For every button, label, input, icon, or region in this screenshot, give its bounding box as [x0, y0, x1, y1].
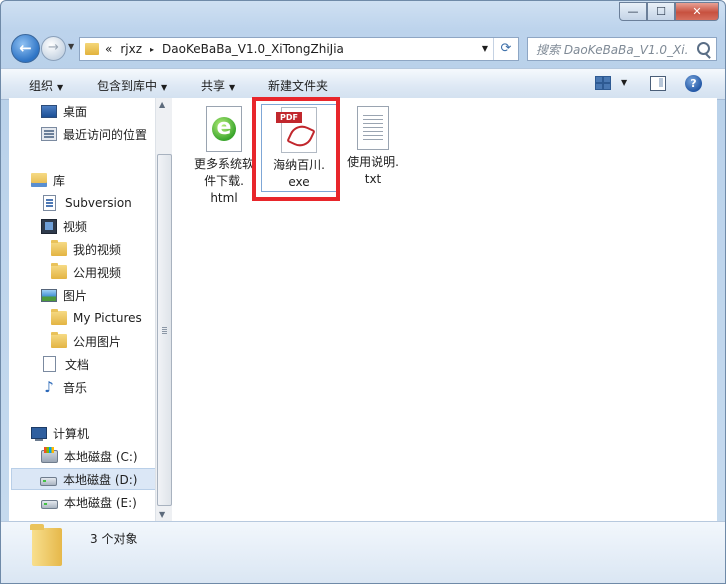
chevron-down-icon: ▼ — [57, 83, 64, 92]
nav-label: 公用视频 — [73, 265, 122, 280]
highlight-annotation-box — [252, 97, 340, 201]
recent-pages-dropdown[interactable]: ▼ — [68, 42, 74, 51]
nav-item-my-videos[interactable]: 我的视频 — [51, 239, 155, 259]
nav-label: 视频 — [63, 219, 88, 234]
nav-label: My Pictures — [73, 311, 142, 325]
folder-icon — [51, 263, 67, 279]
forward-button[interactable]: → — [41, 36, 66, 61]
breadcrumb-rjxz[interactable]: rjxz — [120, 42, 142, 56]
include-in-library-menu[interactable]: 包含到库中 ▼ — [97, 77, 167, 94]
drive-icon — [41, 499, 58, 509]
nav-item-documents[interactable]: 文档 — [41, 354, 155, 374]
file-item-txt[interactable]: 使用说明. txt — [336, 106, 410, 188]
nav-label: 桌面 — [63, 104, 88, 119]
nav-item-public-pictures[interactable]: 公用图片 — [51, 331, 155, 351]
address-bar[interactable]: « rjxz ▸ DaoKeBaBa_V1.0_XiTongZhiJia ▼ ⟳ — [79, 37, 519, 61]
file-item-html[interactable]: 更多系统软件下载.html — [187, 106, 261, 207]
nav-label: 文档 — [65, 357, 90, 372]
chevron-right-icon[interactable]: ▸ — [150, 45, 154, 54]
nav-label: 音乐 — [63, 380, 88, 395]
txt-file-icon — [357, 106, 389, 150]
nav-label: 本地磁盘 (D:) — [63, 472, 138, 487]
html-file-icon — [206, 106, 242, 152]
navigation-pane: 桌面 最近访问的位置 库 Subversion 视频 我的视频 公用视频 图片 … — [9, 98, 155, 521]
nav-label: 图片 — [63, 288, 88, 303]
change-view-icon[interactable] — [595, 76, 611, 90]
nav-item-pictures[interactable]: 图片 — [41, 285, 155, 305]
folder-icon — [30, 524, 62, 566]
caption-buttons: — ☐ ✕ — [619, 2, 719, 21]
chevron-down-icon: ▼ — [229, 83, 236, 92]
nav-label: 最近访问的位置 — [63, 127, 148, 142]
nav-label: 本地磁盘 (C:) — [64, 449, 138, 464]
explorer-window: — ☐ ✕ ← → ▼ « rjxz ▸ DaoKeBaBa_V1.0_XiTo… — [0, 0, 726, 584]
recent-places-icon — [41, 127, 57, 141]
file-name: 更多系统软 件下载. html — [193, 157, 254, 205]
nav-label: 公用图片 — [73, 334, 122, 349]
item-count: 3 个对象 — [90, 532, 138, 546]
folder-icon — [51, 240, 67, 256]
nav-pane-scrollbar[interactable]: ▲ ▼ — [155, 98, 172, 521]
nav-item-my-pictures[interactable]: My Pictures — [51, 308, 155, 328]
nav-item-computer[interactable]: 计算机 — [31, 423, 155, 443]
nav-item-libraries[interactable]: 库 — [31, 170, 155, 190]
details-pane: 3 个对象 — [1, 521, 725, 583]
nav-item-drive-c[interactable]: 本地磁盘 (C:) — [41, 446, 155, 466]
refresh-icon[interactable]: ⟳ — [493, 38, 518, 60]
help-icon[interactable]: ? — [685, 75, 702, 92]
breadcrumb-current-folder[interactable]: DaoKeBaBa_V1.0_XiTongZhiJia — [162, 42, 344, 56]
pictures-icon — [41, 288, 57, 302]
subversion-icon — [43, 195, 56, 211]
preview-pane-icon[interactable] — [650, 76, 666, 91]
chevron-down-icon: ▼ — [161, 83, 168, 92]
command-bar: 组织 ▼ 包含到库中 ▼ 共享 ▼ 新建文件夹 ▼ ? — [1, 68, 725, 100]
close-button[interactable]: ✕ — [675, 2, 719, 21]
search-input[interactable]: 搜索 DaoKeBaBa_V1.0_Xi... — [536, 41, 688, 58]
share-menu[interactable]: 共享 ▼ — [201, 77, 235, 94]
nav-item-subversion[interactable]: Subversion — [41, 193, 155, 213]
nav-label: 我的视频 — [73, 242, 122, 257]
new-folder-button[interactable]: 新建文件夹 — [268, 77, 328, 94]
nav-label: 本地磁盘 (E:) — [64, 495, 137, 510]
include-library-label: 包含到库中 — [97, 79, 158, 93]
nav-item-drive-d[interactable]: 本地磁盘 (D:) — [11, 468, 155, 490]
nav-item-music[interactable]: ♪ 音乐 — [41, 377, 155, 397]
minimize-button[interactable]: — — [619, 2, 647, 21]
nav-label: 计算机 — [53, 426, 90, 441]
nav-item-recent-places[interactable]: 最近访问的位置 — [41, 124, 155, 144]
organize-menu[interactable]: 组织 ▼ — [29, 77, 63, 94]
scrollbar-thumb[interactable] — [157, 154, 172, 506]
search-box[interactable]: 搜索 DaoKeBaBa_V1.0_Xi... — [527, 37, 717, 61]
documents-icon — [43, 356, 56, 372]
scroll-down-icon[interactable]: ▼ — [159, 510, 165, 519]
back-button[interactable]: ← — [11, 34, 40, 63]
search-icon[interactable] — [697, 42, 710, 55]
nav-item-desktop[interactable]: 桌面 — [41, 101, 155, 121]
scroll-up-icon[interactable]: ▲ — [159, 100, 165, 109]
share-label: 共享 — [201, 79, 226, 93]
file-name: 使用说明. txt — [347, 155, 399, 186]
video-icon — [41, 218, 57, 234]
file-list-view: 更多系统软件下载.html PDF 海纳百川.exe 使用说明.txt — [172, 97, 717, 521]
nav-label: 库 — [53, 173, 66, 188]
address-overflow[interactable]: « — [105, 42, 112, 56]
nav-item-drive-e[interactable]: 本地磁盘 (E:) — [41, 492, 155, 512]
folder-icon — [51, 332, 67, 348]
maximize-button[interactable]: ☐ — [647, 2, 675, 21]
nav-label: Subversion — [65, 196, 132, 210]
view-options-dropdown-icon[interactable]: ▼ — [621, 78, 627, 87]
libraries-icon — [31, 173, 47, 187]
drive-icon — [40, 476, 57, 486]
nav-item-videos[interactable]: 视频 — [41, 216, 155, 236]
system-drive-icon — [41, 446, 58, 463]
desktop-icon — [41, 104, 57, 118]
folder-icon — [85, 43, 99, 55]
folder-icon — [51, 309, 67, 325]
address-dropdown-icon[interactable]: ▼ — [482, 44, 488, 53]
computer-icon — [31, 427, 47, 441]
music-icon: ♪ — [44, 378, 54, 396]
nav-item-public-videos[interactable]: 公用视频 — [51, 262, 155, 282]
organize-label: 组织 — [29, 79, 54, 93]
